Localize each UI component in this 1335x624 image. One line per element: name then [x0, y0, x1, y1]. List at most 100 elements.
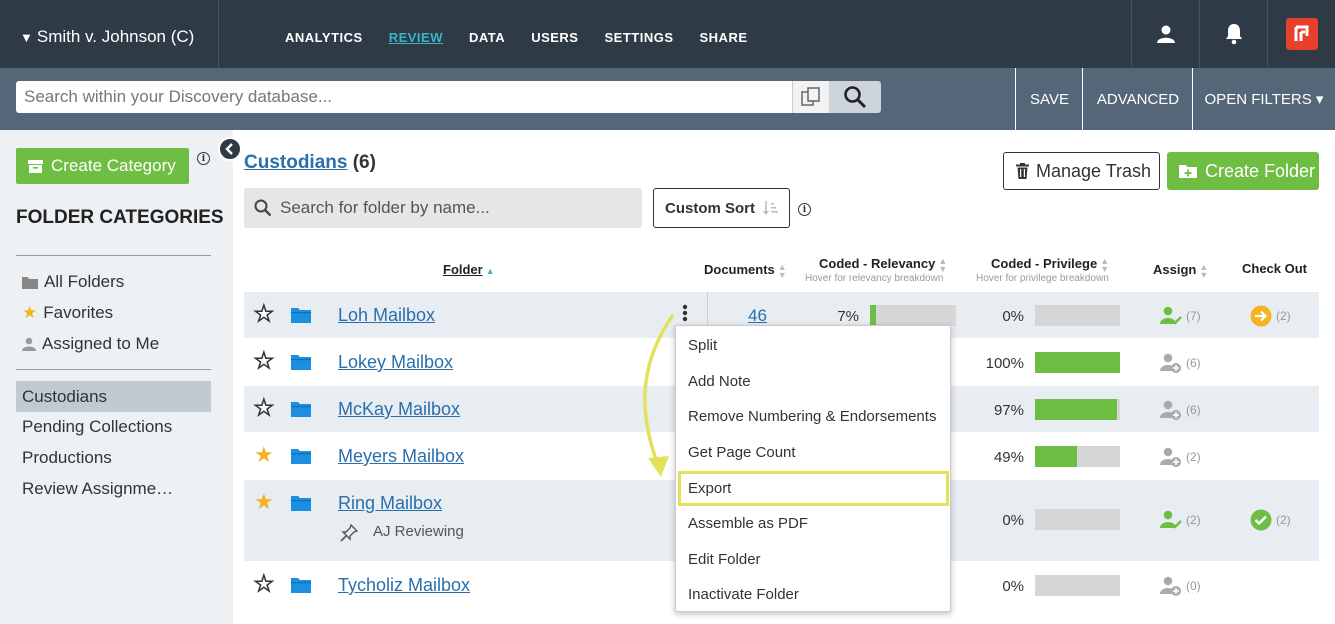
favorite-star-icon[interactable]: ★: [253, 572, 274, 596]
menu-item-edit-folder[interactable]: Edit Folder: [688, 551, 761, 568]
info-icon[interactable]: i: [197, 152, 210, 165]
bell-icon: [1225, 24, 1242, 45]
favorite-star-icon[interactable]: ★: [253, 349, 274, 373]
menu-item-remove-numbering[interactable]: Remove Numbering & Endorsements: [688, 408, 936, 425]
privilege-hint: Hover for privilege breakdown: [976, 273, 1109, 284]
case-selector[interactable]: ▼ Smith v. Johnson (C): [0, 0, 219, 68]
privilege-bar[interactable]: [1035, 575, 1120, 596]
custom-sort-button[interactable]: Custom Sort: [653, 188, 790, 228]
nav-users[interactable]: USERS: [531, 30, 578, 45]
manage-trash-button[interactable]: Manage Trash: [1003, 152, 1160, 190]
privilege-bar[interactable]: [1035, 509, 1120, 530]
open-filters-button[interactable]: OPEN FILTERS ▾: [1192, 68, 1335, 130]
assign-button[interactable]: (0): [1160, 575, 1201, 597]
assign-user-icon: [1160, 447, 1181, 467]
assign-count: (2): [1186, 513, 1201, 527]
collapse-sidebar-button[interactable]: [218, 137, 242, 161]
checkout-count: (2): [1276, 513, 1291, 527]
category-all-folders[interactable]: All Folders: [22, 272, 124, 292]
privilege-bar[interactable]: [1035, 305, 1120, 326]
folder-icon: [291, 402, 311, 417]
folder-name-link[interactable]: Meyers Mailbox: [338, 446, 464, 467]
folder-name-link[interactable]: Loh Mailbox: [338, 305, 435, 326]
nav-settings[interactable]: SETTINGS: [604, 30, 673, 45]
privilege-percent: 0%: [1002, 512, 1024, 529]
folder-name-link[interactable]: Tycholiz Mailbox: [338, 575, 470, 596]
assign-button[interactable]: (2): [1160, 446, 1201, 468]
column-assign[interactable]: Assign ▲ ▼: [1153, 262, 1208, 279]
custodians-link[interactable]: Custodians: [244, 152, 347, 173]
category-custodians[interactable]: Custodians: [16, 381, 211, 412]
create-folder-button[interactable]: Create Folder: [1167, 152, 1319, 190]
folder-categories-heading: FOLDER CATEGORIES: [16, 207, 224, 228]
column-coded-relevancy[interactable]: Coded - Relevancy ▲ ▼: [819, 256, 947, 273]
nav-data[interactable]: DATA: [469, 30, 505, 45]
assign-count: (6): [1186, 403, 1201, 417]
category-assigned-to-me[interactable]: Assigned to Me: [22, 334, 159, 354]
category-favorites[interactable]: ★ Favorites: [22, 303, 113, 323]
favorite-star-icon[interactable]: ★: [253, 396, 274, 420]
case-title: Smith v. Johnson (C): [36, 27, 195, 46]
assign-button[interactable]: (2): [1160, 509, 1201, 531]
menu-item-inactivate-folder[interactable]: Inactivate Folder: [688, 586, 799, 603]
privilege-bar[interactable]: [1035, 446, 1120, 467]
privilege-bar[interactable]: [1035, 399, 1120, 420]
category-review-assignments[interactable]: Review Assignme…: [22, 479, 173, 499]
privilege-bar[interactable]: [1035, 352, 1120, 373]
category-label: Favorites: [43, 303, 114, 322]
discovery-search-input[interactable]: Search within your Discovery database...: [16, 81, 792, 113]
save-search-button[interactable]: SAVE: [1015, 68, 1083, 130]
column-documents[interactable]: Documents ▲ ▼: [704, 262, 787, 279]
assign-button[interactable]: (7): [1160, 305, 1201, 327]
folder-search-input[interactable]: Search for folder by name...: [244, 188, 642, 228]
info-icon[interactable]: i: [798, 203, 811, 216]
column-coded-privilege[interactable]: Coded - Privilege ▲ ▼: [991, 256, 1109, 273]
favorite-star-icon[interactable]: ★: [254, 444, 274, 466]
create-category-label: Create Category: [51, 156, 176, 175]
folder-name-link[interactable]: Lokey Mailbox: [338, 352, 453, 373]
user-menu-button[interactable]: [1131, 0, 1199, 68]
column-folder-label: Folder: [443, 262, 483, 277]
category-pending-collections[interactable]: Pending Collections: [22, 417, 172, 437]
assign-user-icon: [1160, 400, 1181, 420]
assign-count: (0): [1186, 579, 1201, 593]
advanced-search-button[interactable]: ADVANCED: [1082, 68, 1193, 130]
relevancy-bar[interactable]: [870, 305, 956, 326]
assign-button[interactable]: (6): [1160, 352, 1201, 374]
favorite-star-icon[interactable]: ★: [253, 302, 274, 326]
main-nav: ANALYTICS REVIEW DATA USERS SETTINGS SHA…: [285, 30, 774, 45]
menu-item-export[interactable]: Export: [688, 480, 731, 497]
assign-button[interactable]: (6): [1160, 399, 1201, 421]
copy-search-button[interactable]: [792, 81, 829, 113]
folder-name-link[interactable]: McKay Mailbox: [338, 399, 460, 420]
privilege-percent: 49%: [993, 449, 1024, 466]
more-options-icon[interactable]: [682, 304, 688, 327]
search-icon: [254, 199, 272, 217]
search-submit-button[interactable]: [829, 81, 881, 113]
app-logo-button[interactable]: [1267, 0, 1335, 68]
nav-analytics[interactable]: ANALYTICS: [285, 30, 363, 45]
folder-icon: [291, 449, 311, 464]
menu-item-split[interactable]: Split: [688, 337, 717, 354]
column-folder[interactable]: Folder ▲: [443, 262, 495, 277]
nav-review[interactable]: REVIEW: [389, 30, 443, 45]
favorite-star-icon[interactable]: ★: [254, 491, 274, 513]
document-count-link[interactable]: 46: [748, 306, 767, 326]
nav-share[interactable]: SHARE: [700, 30, 748, 45]
checkout-button[interactable]: (2): [1250, 509, 1291, 531]
checkout-button[interactable]: (2): [1250, 305, 1291, 327]
menu-item-add-note[interactable]: Add Note: [688, 373, 751, 390]
page-title: Custodians (6): [244, 152, 376, 174]
folder-count: (6): [352, 152, 376, 173]
notifications-button[interactable]: [1199, 0, 1267, 68]
category-label: Review Assignme…: [22, 479, 174, 498]
category-productions[interactable]: Productions: [22, 448, 112, 468]
pin-icon: [340, 524, 358, 542]
folder-name-link[interactable]: Ring Mailbox: [338, 493, 442, 514]
top-nav-bar: ▼ Smith v. Johnson (C) ANALYTICS REVIEW D…: [0, 0, 1335, 68]
user-icon: [1156, 25, 1175, 43]
privilege-percent: 100%: [985, 355, 1024, 372]
menu-item-get-page-count[interactable]: Get Page Count: [688, 444, 796, 461]
menu-item-assemble-pdf[interactable]: Assemble as PDF: [688, 515, 808, 532]
create-category-button[interactable]: Create Category: [16, 148, 189, 184]
